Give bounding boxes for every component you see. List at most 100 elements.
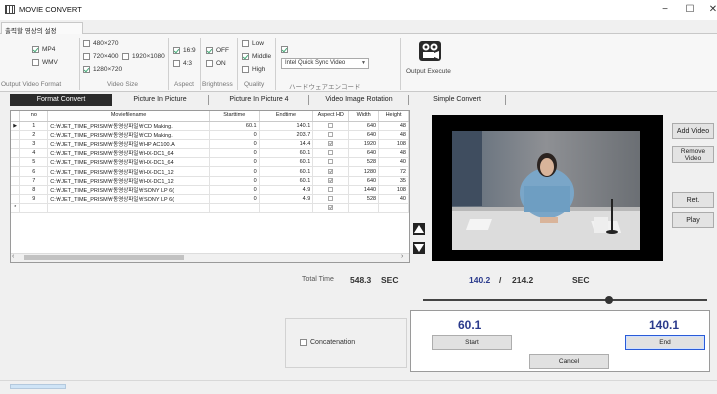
cell-no[interactable]: 2 <box>19 130 49 140</box>
size-720-checkbox[interactable] <box>83 53 90 60</box>
cell-endtime[interactable]: 203.7 <box>259 130 314 140</box>
cell-empty[interactable] <box>47 203 210 214</box>
video-list-grid[interactable]: no Moviefilename Starttime Endtime Aspec… <box>10 110 410 263</box>
cell-width[interactable]: 1280 <box>348 166 380 177</box>
close-button[interactable]: ✕ <box>706 3 717 17</box>
tab-video-image-rotation[interactable]: Video Image Rotation <box>312 94 406 106</box>
cell-no[interactable]: 9 <box>19 194 49 205</box>
cell-endtime[interactable]: 140.1 <box>259 121 314 131</box>
size-1920-option[interactable]: 1920×1080 <box>122 53 165 60</box>
col-header-endtime[interactable]: Endtime <box>259 111 314 122</box>
row-header[interactable] <box>11 148 21 159</box>
size-480-option[interactable]: 480×270 <box>83 40 119 47</box>
aspect-hd-checkbox[interactable] <box>328 196 334 202</box>
hw-encode-checkbox[interactable] <box>281 46 288 53</box>
aspect-hd-checkbox[interactable] <box>328 177 334 183</box>
brightness-off-option[interactable]: OFF <box>206 47 229 54</box>
cell-no[interactable]: 4 <box>19 148 49 159</box>
size-1280-option[interactable]: 1280×720 <box>83 66 122 73</box>
concatenation-label[interactable]: Concatenation <box>310 339 355 346</box>
aspect-hd-checkbox[interactable] <box>328 141 334 147</box>
cell-height[interactable]: 108 <box>378 139 409 150</box>
cell-width[interactable]: 528 <box>348 194 380 205</box>
tab-picture-in-picture[interactable]: Picture In Picture <box>114 94 206 106</box>
cell-starttime[interactable]: 0 <box>209 176 260 186</box>
cell-starttime[interactable]: 0 <box>209 185 260 196</box>
row-header[interactable] <box>11 194 21 205</box>
aspect-hd-checkbox[interactable] <box>328 150 334 156</box>
cell-empty[interactable] <box>378 203 409 214</box>
cell-aspect-hd[interactable] <box>312 121 350 131</box>
cell-height[interactable]: 108 <box>378 185 409 196</box>
cell-starttime[interactable]: 0 <box>209 139 260 150</box>
wmv-checkbox[interactable] <box>32 59 39 66</box>
cell-height[interactable]: 40 <box>378 157 409 168</box>
table-row[interactable]: 8 C:￦JET_TIME_PRISM￦동영상파일￦SONY LP 6(0 4.9 1… <box>11 185 409 196</box>
cell-empty[interactable] <box>259 203 314 214</box>
aspect-hd-checkbox[interactable] <box>328 186 334 192</box>
brightness-on-option[interactable]: ON <box>206 60 226 67</box>
cell-aspect-hd[interactable] <box>312 185 350 196</box>
col-header-height[interactable]: Height <box>378 111 409 122</box>
cell-width[interactable]: 640 <box>348 176 380 186</box>
quality-middle-option[interactable]: Middle <box>242 53 271 60</box>
cell-width[interactable]: 640 <box>348 130 380 140</box>
aspect-hd-checkbox[interactable] <box>328 205 334 211</box>
projector-icon[interactable] <box>418 40 442 62</box>
cell-empty[interactable] <box>312 203 350 214</box>
row-header[interactable] <box>11 166 21 177</box>
col-header-starttime[interactable]: Starttime <box>209 111 260 122</box>
cell-filename[interactable]: C:￦JET_TIME_PRISM￦동영상파일￦CD Making. <box>47 121 210 131</box>
cell-filename[interactable]: C:￦JET_TIME_PRISM￦동영상파일￦HX-DC1_64 <box>47 157 210 168</box>
cell-endtime[interactable]: 4.9 <box>259 194 314 205</box>
aspect-4-3-checkbox[interactable] <box>173 60 180 67</box>
aspect-4-3-option[interactable]: 4:3 <box>173 60 192 67</box>
table-row[interactable]: 7 C:￦JET_TIME_PRISM￦동영상파일￦HX-DC1_12 0 60.1 6… <box>11 176 409 186</box>
row-header[interactable] <box>11 130 21 140</box>
cell-no[interactable]: 5 <box>19 157 49 168</box>
maximize-button[interactable]: ☐ <box>683 3 697 17</box>
table-row[interactable]: 2 C:￦JET_TIME_PRISM￦동영상파일￦CD Making. 0 203.… <box>11 130 409 140</box>
aspect-hd-checkbox[interactable] <box>328 131 334 137</box>
concatenation-checkbox[interactable] <box>300 339 307 346</box>
cell-width[interactable]: 528 <box>348 157 380 168</box>
cell-no[interactable]: 7 <box>19 176 49 186</box>
row-header[interactable] <box>11 157 21 168</box>
row-header[interactable] <box>11 139 21 150</box>
ribbon-tab-output-settings[interactable]: 출력할 영상의 설정 <box>1 22 83 35</box>
new-row[interactable]: * <box>11 203 409 214</box>
cell-starttime[interactable]: 0 <box>209 130 260 140</box>
cell-starttime[interactable]: 0 <box>209 194 260 205</box>
encoder-select[interactable]: Intel Quick Sync Video <box>281 58 369 69</box>
cell-empty[interactable] <box>19 203 49 214</box>
cell-aspect-hd[interactable] <box>312 176 350 186</box>
row-header[interactable]: ▶ <box>11 121 21 131</box>
quality-middle-checkbox[interactable] <box>242 53 249 60</box>
mp4-checkbox[interactable] <box>32 46 39 53</box>
seek-slider-thumb[interactable] <box>605 296 614 304</box>
aspect-16-9-checkbox[interactable] <box>173 47 180 54</box>
size-1920-checkbox[interactable] <box>122 53 129 60</box>
start-button[interactable]: Start <box>432 335 512 350</box>
scroll-right-icon[interactable]: › <box>401 253 403 260</box>
aspect-hd-checkbox[interactable] <box>328 159 334 165</box>
play-button[interactable]: Play <box>672 212 714 228</box>
col-header-width[interactable]: Width <box>348 111 380 122</box>
format-wmv-option[interactable]: WMV <box>32 59 58 66</box>
tab-format-convert[interactable]: Format Convert <box>10 94 112 106</box>
minimize-button[interactable]: − <box>658 3 672 17</box>
add-video-button[interactable]: Add Video <box>672 123 714 139</box>
quality-low-checkbox[interactable] <box>242 40 249 47</box>
reset-button[interactable]: Ret. <box>672 192 714 208</box>
scroll-left-icon[interactable]: ‹ <box>12 253 14 260</box>
table-row[interactable]: 5 C:￦JET_TIME_PRISM￦동영상파일￦HX-DC1_64 0 60.1 5… <box>11 157 409 168</box>
cell-aspect-hd[interactable] <box>312 194 350 205</box>
cell-filename[interactable]: C:￦JET_TIME_PRISM￦동영상파일￦CD Making. <box>47 130 210 140</box>
size-480-checkbox[interactable] <box>83 40 90 47</box>
cell-filename[interactable]: C:￦JET_TIME_PRISM￦동영상파일￦HX-DC1_12 <box>47 166 210 177</box>
table-row[interactable]: 6 C:￦JET_TIME_PRISM￦동영상파일￦HX-DC1_12 0 60.1 1… <box>11 166 409 177</box>
cell-endtime[interactable]: 60.1 <box>259 166 314 177</box>
cell-height[interactable]: 40 <box>378 194 409 205</box>
hw-encode-option[interactable] <box>281 46 288 53</box>
remove-video-button[interactable]: Remove Video <box>672 146 714 163</box>
